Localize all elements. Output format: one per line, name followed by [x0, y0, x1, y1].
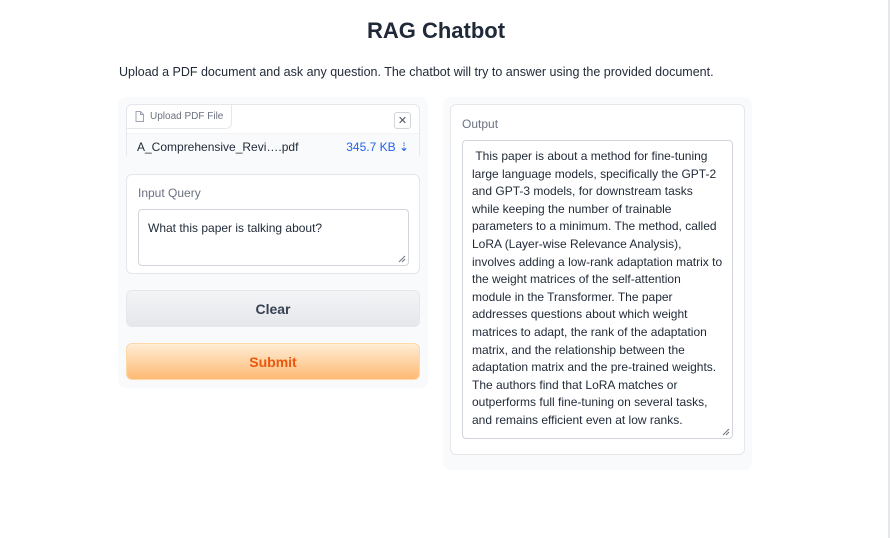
resize-handle-icon[interactable]	[398, 255, 406, 263]
input-column: Upload PDF File ✕ A_Comprehensive_Revi….…	[118, 97, 428, 388]
input-query-value: What this paper is talking about?	[148, 221, 323, 235]
output-panel: Output This paper is about a method for …	[450, 104, 745, 455]
close-icon: ✕	[397, 115, 408, 127]
file-download-link[interactable]: 345.7 KB ⇣	[346, 140, 409, 154]
output-textarea[interactable]: This paper is about a method for fine-tu…	[462, 140, 733, 439]
input-query-panel: Input Query What this paper is talking a…	[126, 174, 420, 274]
page-description: Upload a PDF document and ask any questi…	[119, 65, 714, 79]
input-query-label: Input Query	[138, 186, 201, 200]
page: RAG Chatbot Upload a PDF document and as…	[0, 0, 890, 538]
resize-handle-icon[interactable]	[722, 428, 730, 436]
file-icon	[135, 111, 144, 122]
output-text: This paper is about a method for fine-tu…	[472, 149, 726, 427]
file-upload-label: Upload PDF File	[127, 105, 233, 129]
input-query-textarea[interactable]: What this paper is talking about?	[138, 209, 409, 266]
file-upload-panel[interactable]: Upload PDF File ✕ A_Comprehensive_Revi….…	[126, 104, 420, 159]
file-name: A_Comprehensive_Revi….pdf	[137, 139, 299, 154]
submit-button[interactable]: Submit	[126, 343, 420, 380]
output-label: Output	[462, 117, 499, 131]
uploaded-file-row: A_Comprehensive_Revi….pdf 345.7 KB ⇣	[127, 133, 419, 159]
output-column: Output This paper is about a method for …	[443, 97, 752, 470]
file-upload-label-text: Upload PDF File	[150, 111, 224, 122]
clear-button[interactable]: Clear	[126, 290, 420, 327]
page-title: RAG Chatbot	[366, 18, 506, 43]
clear-file-button[interactable]: ✕	[394, 112, 411, 129]
